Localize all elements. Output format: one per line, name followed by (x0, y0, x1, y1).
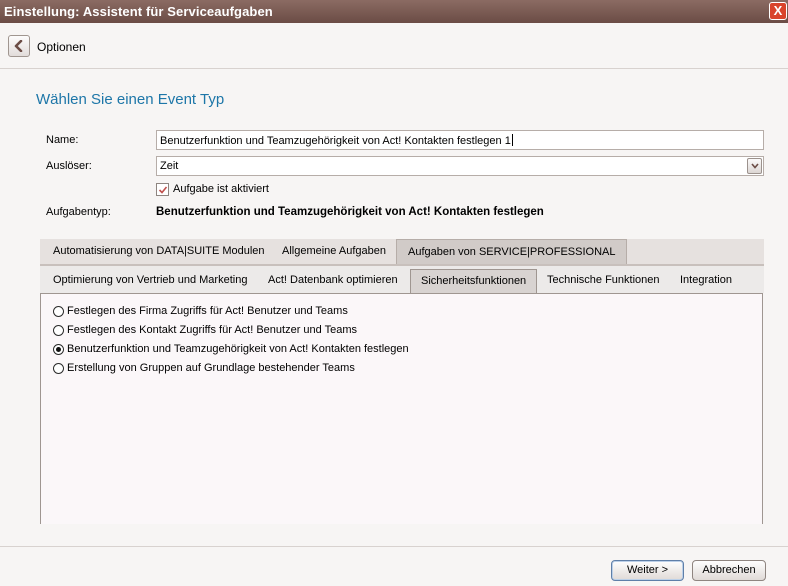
chevron-left-icon (14, 40, 23, 52)
footer: Weiter > Abbrechen (0, 546, 788, 586)
radio-button[interactable] (53, 306, 64, 317)
radio-label: Benutzerfunktion und Teamzugehörigkeit v… (67, 343, 409, 355)
next-button[interactable]: Weiter > (611, 560, 684, 581)
type-label: Aufgabentyp: (46, 206, 111, 218)
options-panel: Festlegen des Firma Zugriffs für Act! Be… (40, 293, 763, 524)
type-value: Benutzerfunktion und Teamzugehörigkeit v… (156, 206, 544, 218)
radio-dot (56, 347, 61, 352)
radio-button-selected[interactable] (53, 344, 64, 355)
cancel-button[interactable]: Abbrechen (692, 560, 766, 581)
back-button[interactable] (8, 35, 30, 57)
top-navigation: Optionen (0, 23, 788, 69)
tab-technische-funktionen[interactable]: Technische Funktionen (537, 269, 670, 293)
name-label: Name: (46, 134, 79, 146)
tab-service-professional[interactable]: Aufgaben von SERVICE|PROFESSIONAL (396, 239, 628, 265)
radio-button[interactable] (53, 363, 64, 374)
chevron-down-icon (751, 163, 759, 169)
active-checkbox-label: Aufgabe ist aktiviert (173, 183, 269, 195)
tab-automatisierung[interactable]: Automatisierung von DATA|SUITE Modulen (42, 239, 276, 264)
radio-label: Erstellung von Gruppen auf Grundlage bes… (67, 362, 355, 374)
trigger-select-value: Zeit (160, 160, 179, 172)
radio-label: Festlegen des Kontakt Zugriffs für Act! … (67, 324, 358, 336)
name-input-value: Benutzerfunktion und Teamzugehörigkeit v… (160, 135, 511, 147)
radio-label: Festlegen des Firma Zugriffs für Act! Be… (67, 305, 348, 317)
tab-allgemeine-aufgaben[interactable]: Allgemeine Aufgaben (271, 239, 397, 264)
trigger-dropdown-button[interactable] (747, 158, 762, 174)
tab-datenbank-optimieren[interactable]: Act! Datenbank optimieren (258, 269, 408, 293)
tabs-level-1: Automatisierung von DATA|SUITE Modulen A… (40, 239, 764, 265)
page-heading: Wählen Sie einen Event Typ (36, 91, 225, 108)
active-checkbox[interactable] (156, 183, 169, 196)
tab-sicherheitsfunktionen[interactable]: Sicherheitsfunktionen (410, 269, 538, 293)
name-input[interactable]: Benutzerfunktion und Teamzugehörigkeit v… (156, 130, 764, 150)
trigger-select[interactable]: Zeit (156, 156, 764, 176)
tab-integration[interactable]: Integration (670, 269, 742, 293)
nav-label: Optionen (37, 40, 86, 54)
tab-vertrieb-marketing[interactable]: Optimierung von Vertrieb und Marketing (43, 269, 257, 293)
window-title: Einstellung: Assistent für Serviceaufgab… (4, 4, 273, 19)
tabs-level-2: Optimierung von Vertrieb und Marketing A… (40, 266, 764, 293)
close-button[interactable]: X (769, 2, 787, 20)
radio-button[interactable] (53, 325, 64, 336)
checkmark-icon (158, 186, 168, 194)
text-caret (511, 134, 513, 146)
title-bar: Einstellung: Assistent für Serviceaufgab… (0, 0, 788, 23)
trigger-label: Auslöser: (46, 160, 92, 172)
